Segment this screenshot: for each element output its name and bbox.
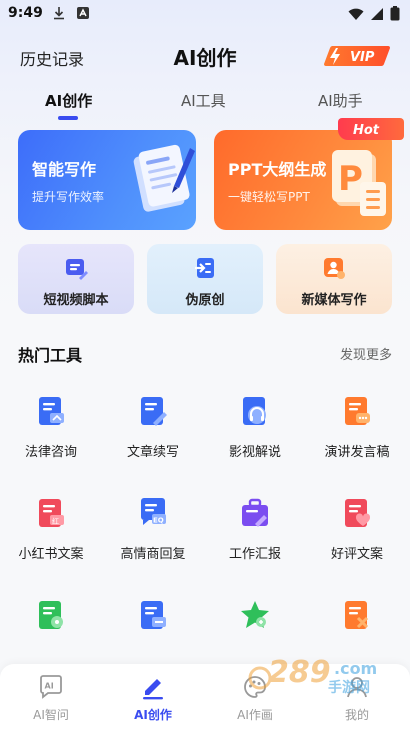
green-star-icon: [241, 601, 269, 628]
document-pen-icon: [133, 144, 195, 212]
svg-text:.com: .com: [334, 659, 377, 678]
smart-writing-subtitle: 提升写作效率: [32, 190, 105, 204]
tool-speech-draft[interactable]: 演讲发言稿: [306, 396, 408, 486]
tool-law-consult[interactable]: 法律咨询: [0, 396, 102, 486]
ppt-outline-title: PPT大纲生成: [228, 160, 327, 179]
nav-ai-ask[interactable]: AI AI智问: [0, 664, 102, 729]
tool-label: 高情商回复: [120, 547, 186, 562]
short-video-script-card[interactable]: 短视频脚本: [18, 244, 134, 314]
new-media-writing-card[interactable]: 新媒体写作: [276, 244, 392, 314]
tool-redbook-copy[interactable]: 红 小红书文案: [0, 498, 102, 588]
ppt-icon: P: [332, 150, 386, 216]
tool-label: 文章续写: [126, 445, 179, 460]
nav-label: AI智问: [33, 708, 69, 722]
eq-chat-icon: EQ: [141, 498, 166, 525]
article-pen-icon: [141, 397, 167, 426]
svg-text:红: 红: [52, 517, 59, 526]
tool-high-eq-reply[interactable]: EQ 高情商回复: [102, 498, 204, 588]
tab-indicator: [58, 116, 78, 120]
tool-article-continue[interactable]: 文章续写: [102, 396, 204, 486]
orange-doc-icon: [345, 601, 369, 629]
wifi-icon: [348, 8, 364, 20]
status-bar: 9:49: [0, 0, 410, 28]
redbook-doc-icon: 红: [39, 499, 64, 527]
tool-label: 法律咨询: [24, 445, 77, 460]
status-time: 9:49: [8, 5, 43, 21]
briefcase-icon: [242, 498, 268, 527]
tool-label: 演讲发言稿: [324, 445, 390, 460]
tool-label: 工作汇报: [228, 547, 281, 562]
top-tabs: AI创作 AI工具 AI助手: [0, 90, 410, 120]
tab-ai-tools[interactable]: AI工具: [181, 90, 226, 111]
hot-tools-header: 热门工具 发现更多: [0, 340, 410, 365]
pseudo-original-card[interactable]: 伪原创: [147, 244, 263, 314]
site-watermark-logo: 289 .com 手游网: [248, 655, 377, 696]
signal-icon: [371, 7, 383, 20]
nav-label: AI作画: [237, 708, 273, 722]
nav-ai-create[interactable]: AI创作: [102, 664, 204, 729]
video-script-icon: [66, 259, 88, 280]
battery-icon: [390, 6, 400, 21]
hot-label: Hot: [353, 123, 380, 138]
heart-doc-icon: [345, 499, 371, 527]
svg-text:手游网: 手游网: [328, 679, 370, 696]
pseudo-original-label: 伪原创: [185, 293, 225, 308]
ai-chat-icon: AI: [40, 675, 62, 699]
new-media-icon: [324, 258, 345, 279]
smart-writing-title: 智能写作: [32, 160, 97, 179]
headphone-doc-icon: [243, 397, 266, 425]
green-doc-icon: [39, 601, 63, 629]
new-media-writing-label: 新媒体写作: [301, 293, 367, 308]
hot-badge: Hot: [338, 118, 404, 140]
smart-writing-card[interactable]: 智能写作 提升写作效率: [18, 130, 196, 230]
ppt-outline-subtitle: 一键轻松写PPT: [228, 190, 310, 204]
nav-label: AI创作: [134, 708, 172, 722]
rewrite-icon: [195, 258, 214, 278]
tool-work-report[interactable]: 工作汇报: [204, 498, 306, 588]
svg-text:EQ: EQ: [153, 517, 164, 525]
download-icon: [54, 7, 64, 20]
ppt-outline-card[interactable]: PPT大纲生成 一键轻松写PPT P: [214, 130, 392, 230]
speech-doc-icon: [345, 397, 370, 425]
tool-label: 好评文案: [330, 547, 383, 562]
tab-ai-create[interactable]: AI创作: [45, 90, 92, 111]
tool-good-review-copy[interactable]: 好评文案: [306, 498, 408, 588]
svg-text:289: 289: [268, 655, 331, 690]
discover-more-link[interactable]: 发现更多: [340, 344, 392, 363]
tab-ai-assistant[interactable]: AI助手: [318, 90, 363, 111]
blue-doc-icon: [141, 601, 166, 629]
app-header: 历史记录 AI创作 VIP: [0, 40, 410, 74]
vip-label: VIP: [350, 50, 375, 65]
tool-film-commentary[interactable]: 影视解说: [204, 396, 306, 486]
law-doc-icon: [39, 397, 64, 425]
svg-text:AI: AI: [45, 682, 54, 691]
tool-label: 小红书文案: [18, 547, 84, 562]
app-notification-icon: [77, 7, 89, 19]
svg-text:P: P: [338, 159, 363, 199]
tool-label: 影视解说: [228, 445, 281, 460]
vip-badge[interactable]: VIP: [322, 44, 392, 68]
pen-icon: [143, 679, 163, 700]
nav-label: 我的: [344, 708, 369, 722]
hot-tools-title: 热门工具: [18, 346, 83, 365]
short-video-script-label: 短视频脚本: [43, 293, 109, 308]
